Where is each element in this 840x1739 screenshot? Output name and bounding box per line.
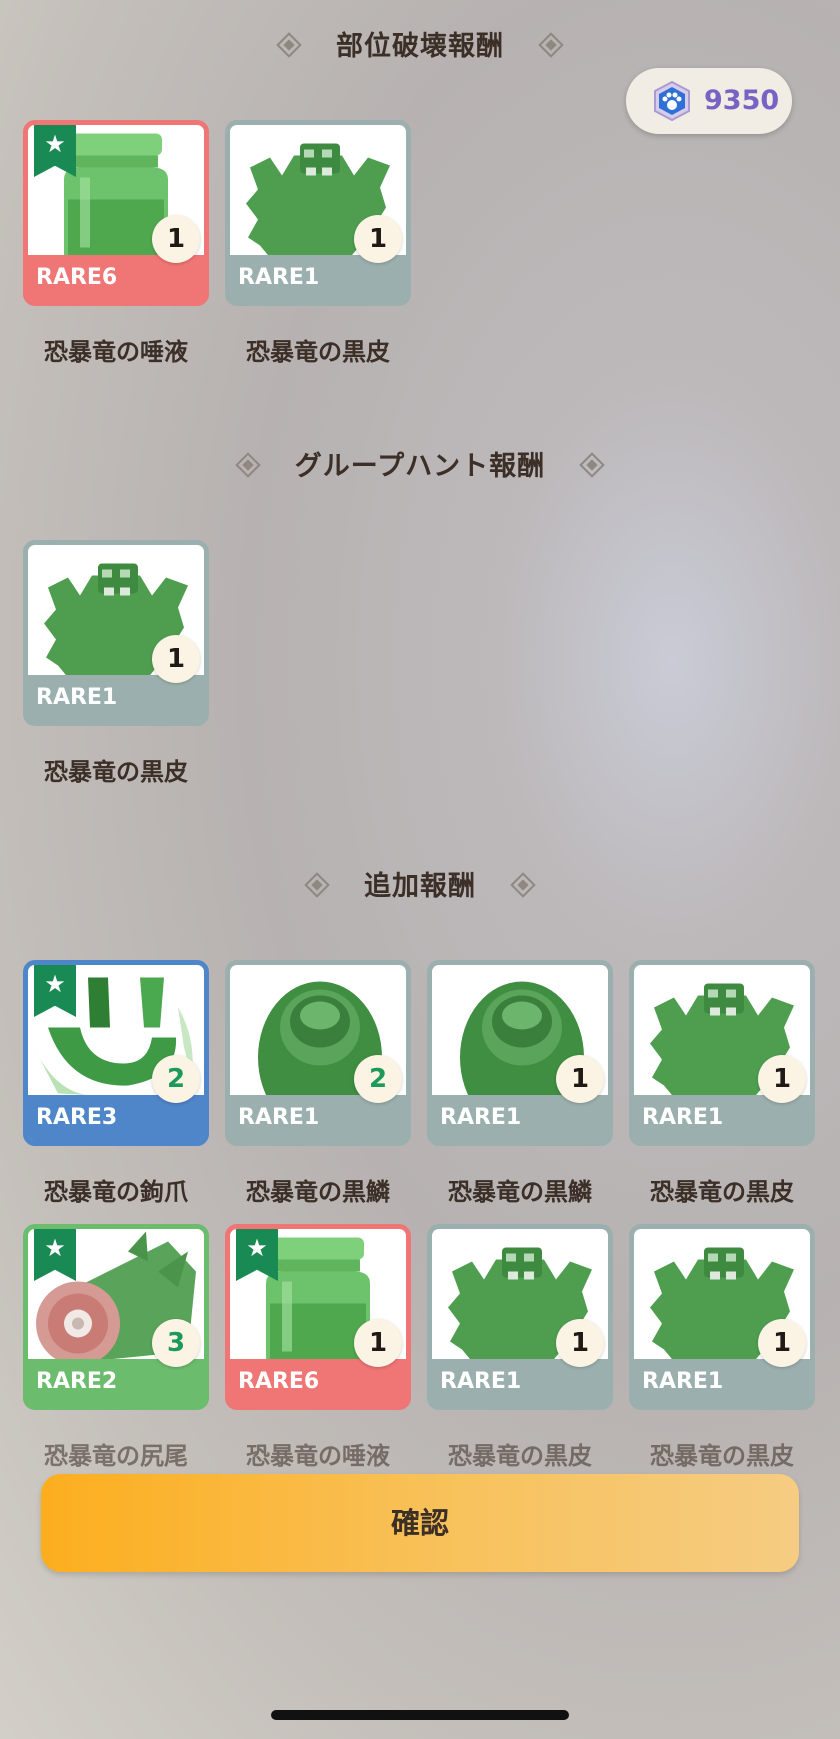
reward-card[interactable]: RARE1 1 <box>225 120 411 306</box>
diamond-ornament-icon <box>510 871 536 898</box>
count-badge: 1 <box>152 215 200 263</box>
reward-card[interactable]: RARE1 1 <box>427 1224 613 1410</box>
item-name: 恐暴竜の唾液 <box>246 1442 390 1470</box>
diamond-ornament-icon <box>276 31 302 58</box>
section-title-group-hunt: グループハント報酬 <box>0 444 840 483</box>
count-badge: 1 <box>354 215 402 263</box>
item-name: 恐暴竜の唾液 <box>44 338 188 366</box>
count-badge: 1 <box>354 1319 402 1367</box>
count-badge: 1 <box>152 635 200 683</box>
reward-card[interactable]: RARE1 1 <box>629 1224 815 1410</box>
reward-card[interactable]: RARE6 1 ★ <box>23 120 209 306</box>
count-badge: 2 <box>354 1055 402 1103</box>
item-name: 恐暴竜の黒皮 <box>448 1442 592 1470</box>
item-name: 恐暴竜の黒皮 <box>44 758 188 786</box>
count-badge: 1 <box>556 1055 604 1103</box>
count-badge: 1 <box>556 1319 604 1367</box>
reward-card[interactable]: RARE1 2 <box>225 960 411 1146</box>
item-name: 恐暴竜の鉤爪 <box>44 1178 188 1206</box>
home-indicator[interactable] <box>271 1710 569 1720</box>
reward-card[interactable]: RARE6 1 ★ <box>225 1224 411 1410</box>
count-badge: 3 <box>152 1319 200 1367</box>
reward-card[interactable]: RARE1 1 <box>629 960 815 1146</box>
item-name: 恐暴竜の尻尾 <box>44 1442 188 1470</box>
section-title-extra: 追加報酬 <box>0 864 840 903</box>
item-name: 恐暴竜の黒鱗 <box>246 1178 390 1206</box>
confirm-button[interactable]: 確認 <box>41 1474 799 1572</box>
section-title-part-break: 部位破壊報酬 <box>0 24 840 63</box>
count-badge: 2 <box>152 1055 200 1103</box>
item-name: 恐暴竜の黒鱗 <box>448 1178 592 1206</box>
reward-card[interactable]: RARE1 1 <box>23 540 209 726</box>
currency-value: 9350 <box>704 85 780 116</box>
reward-card[interactable]: RARE3 2 ★ <box>23 960 209 1146</box>
diamond-ornament-icon <box>538 31 564 58</box>
item-name: 恐暴竜の黒皮 <box>650 1178 794 1206</box>
reward-card[interactable]: RARE2 3 ★ <box>23 1224 209 1410</box>
currency-pill: 9350 <box>626 68 792 134</box>
paw-gem-icon <box>652 81 692 121</box>
diamond-ornament-icon <box>304 871 330 898</box>
diamond-ornament-icon <box>579 451 605 478</box>
diamond-ornament-icon <box>235 451 261 478</box>
item-name: 恐暴竜の黒皮 <box>650 1442 794 1470</box>
count-badge: 1 <box>758 1319 806 1367</box>
count-badge: 1 <box>758 1055 806 1103</box>
reward-card[interactable]: RARE1 1 <box>427 960 613 1146</box>
item-name: 恐暴竜の黒皮 <box>246 338 390 366</box>
